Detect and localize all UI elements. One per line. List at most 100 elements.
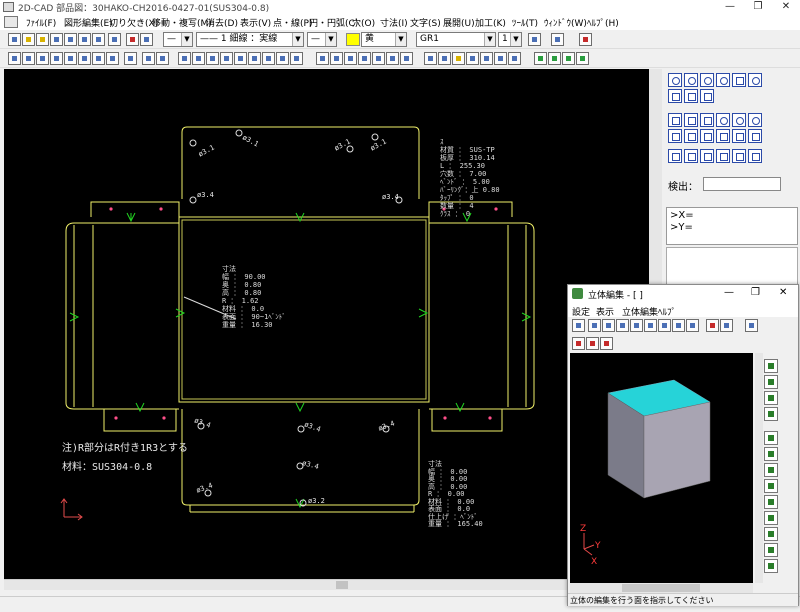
menu-hole[interactable]: 穴(O) — [352, 16, 375, 29]
solid-select-icon[interactable] — [588, 319, 601, 332]
zoom-in-icon[interactable] — [36, 52, 49, 65]
bend-7-icon[interactable] — [668, 129, 682, 143]
bend-11-icon[interactable] — [732, 129, 746, 143]
solid-help-icon[interactable] — [720, 319, 733, 332]
corner-5-icon[interactable] — [372, 52, 385, 65]
menu-delete[interactable]: 消去(D) — [206, 16, 238, 29]
corner-1-icon[interactable] — [316, 52, 329, 65]
menu-help[interactable]: ﾍﾙﾌﾟ(H) — [587, 16, 619, 29]
menu-file[interactable]: ﾌｧｲﾙ(F) — [26, 16, 56, 29]
layer-number-select[interactable]: 1 ▼ — [498, 32, 522, 47]
solid-side-tool-5-icon[interactable] — [764, 431, 778, 445]
system-menu-icon[interactable] — [4, 16, 18, 28]
line-type-select-2[interactable]: — ▼ — [307, 32, 337, 47]
save-as-icon[interactable] — [64, 33, 77, 46]
solid-minimize-button[interactable]: — — [724, 287, 734, 298]
dim-6-icon[interactable] — [494, 52, 507, 65]
menu-window[interactable]: ｳｨﾝﾄﾞｳ(W) — [544, 16, 587, 29]
solid-tool-2-icon[interactable] — [586, 337, 599, 350]
undo-icon[interactable] — [126, 33, 139, 46]
minimize-button[interactable]: — — [716, 0, 744, 14]
line-perpendicular-icon[interactable] — [248, 52, 261, 65]
line-parallel-icon[interactable] — [234, 52, 247, 65]
save-icon[interactable] — [50, 33, 63, 46]
solid-side-tool-1-icon[interactable] — [764, 359, 778, 373]
process-5-icon[interactable] — [732, 149, 746, 163]
solid-side-tool-7-icon[interactable] — [764, 463, 778, 477]
solid-side-tool-4-icon[interactable] — [764, 407, 778, 421]
zoom-all-icon[interactable] — [22, 52, 35, 65]
grid-1-icon[interactable] — [534, 52, 547, 65]
solid-side-tool-6-icon[interactable] — [764, 447, 778, 461]
menu-process[interactable]: 加工(K) — [475, 16, 506, 29]
dim-3-icon[interactable] — [452, 52, 465, 65]
open-recent-icon[interactable] — [36, 33, 49, 46]
square-tool-icon[interactable] — [732, 73, 746, 87]
d-shape-tool-icon[interactable] — [684, 89, 698, 103]
solid-copy-icon[interactable] — [602, 319, 615, 332]
settings-icon[interactable] — [108, 33, 121, 46]
bend-4-icon[interactable] — [716, 113, 730, 127]
zoom-window-icon[interactable] — [8, 52, 21, 65]
help-pointer-icon[interactable] — [551, 33, 564, 46]
bend-9-icon[interactable] — [700, 129, 714, 143]
line-style-select[interactable]: —— 1 細線 ：実線 ▼ — [196, 32, 304, 47]
solid-side-tool-9-icon[interactable] — [764, 495, 778, 509]
solid-view-icon[interactable] — [572, 319, 585, 332]
line-type-select-1[interactable]: — ▼ — [163, 32, 193, 47]
rounded-rect-tool-icon[interactable] — [716, 73, 730, 87]
line-diagonal-icon[interactable] — [192, 52, 205, 65]
menu-circle-arc[interactable]: 円・円弧(C) — [309, 16, 358, 29]
line-horizontal-icon[interactable] — [206, 52, 219, 65]
pan-icon[interactable] — [92, 52, 105, 65]
solid-zoom-out-icon[interactable] — [644, 319, 657, 332]
zoom-out-icon[interactable] — [50, 52, 63, 65]
drawing-canvas[interactable]: ø3.1 ø3.1 ø3.1 ø3.1 ø3.4 ø3.4 ø3.4 ø3.4 … — [4, 69, 649, 579]
maximize-button[interactable]: ❐ — [744, 0, 772, 14]
menu-text[interactable]: 文字(S) — [410, 16, 441, 29]
solid-tool-3-icon[interactable] — [600, 337, 613, 350]
properties-icon[interactable] — [124, 52, 137, 65]
menu-unfold[interactable]: 展開(U) — [443, 16, 475, 29]
process-1-icon[interactable] — [668, 149, 682, 163]
dim-2-icon[interactable] — [438, 52, 451, 65]
corner-7-icon[interactable] — [400, 52, 413, 65]
solid-zoom-window-icon[interactable] — [616, 319, 629, 332]
process-6-icon[interactable] — [748, 149, 762, 163]
point-icon[interactable] — [178, 52, 191, 65]
menu-edit[interactable]: 図形編集(E) — [64, 16, 113, 29]
color-swatch[interactable] — [346, 33, 360, 46]
bend-5-icon[interactable] — [732, 113, 746, 127]
solid-zoom-fit-icon[interactable] — [658, 319, 671, 332]
dim-5-icon[interactable] — [480, 52, 493, 65]
dim-4-icon[interactable] — [466, 52, 479, 65]
exit-icon[interactable] — [579, 33, 592, 46]
layer-select[interactable]: GR1 ▼ — [416, 32, 496, 47]
zoom-previous-icon[interactable] — [78, 52, 91, 65]
menu-point-line[interactable]: 点・線(P) — [273, 16, 312, 29]
corner-6-icon[interactable] — [386, 52, 399, 65]
solid-refresh-icon[interactable] — [686, 319, 699, 332]
grid-4-icon[interactable] — [576, 52, 589, 65]
solid-vertical-scrollbar[interactable] — [755, 353, 763, 583]
solid-zoom-in-icon[interactable] — [630, 319, 643, 332]
solid-delete-icon[interactable] — [706, 319, 719, 332]
bend-3-icon[interactable] — [700, 113, 714, 127]
menu-notch[interactable]: 切り欠き(X) — [109, 16, 158, 29]
solid-tool-1-icon[interactable] — [572, 337, 585, 350]
scroll-thumb[interactable] — [336, 581, 348, 589]
solid-camera-icon[interactable] — [745, 319, 758, 332]
dim-1-icon[interactable] — [424, 52, 437, 65]
bend-1-icon[interactable] — [668, 113, 682, 127]
menu-move-copy[interactable]: 移動・複写(M) — [152, 16, 212, 29]
coordinate-box[interactable]: >X= >Y= — [666, 207, 798, 245]
ring-tool-icon[interactable] — [748, 73, 762, 87]
close-button[interactable]: ✕ — [772, 0, 800, 14]
circle-icon[interactable] — [290, 52, 303, 65]
solid-rotate-icon[interactable] — [672, 319, 685, 332]
process-2-icon[interactable] — [684, 149, 698, 163]
bend-8-icon[interactable] — [684, 129, 698, 143]
select-pointer-icon[interactable] — [156, 52, 169, 65]
solid-side-tool-12-icon[interactable] — [764, 543, 778, 557]
layer-stack-icon[interactable] — [528, 33, 541, 46]
